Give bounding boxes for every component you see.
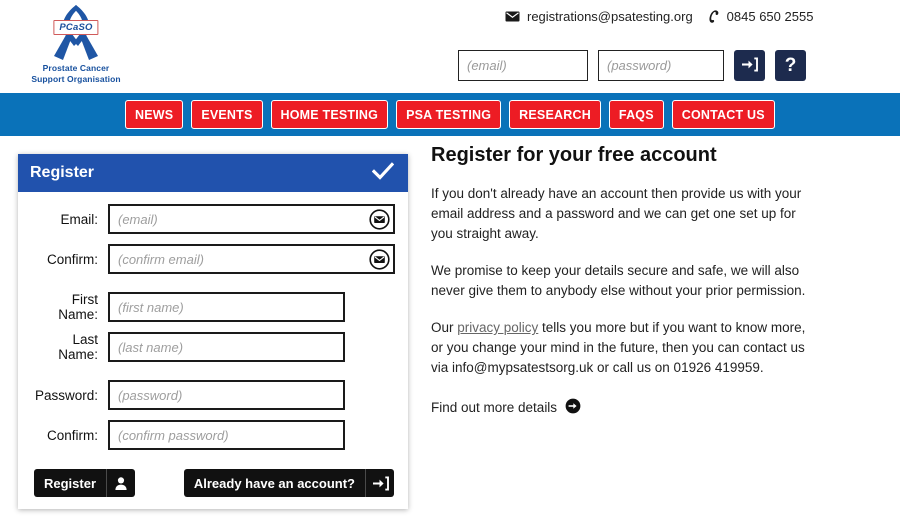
info-paragraph-2: We promise to keep your details secure a… xyxy=(431,263,806,298)
page-title: Register for your free account xyxy=(431,144,717,166)
nav-item-research[interactable]: RESEARCH xyxy=(509,100,601,129)
info-paragraph-1: If you don't already have an account the… xyxy=(431,186,802,241)
field-row-last-name: Last Name: xyxy=(30,332,396,362)
register-confirm-email-input[interactable] xyxy=(108,244,395,274)
logo-tagline-line1: Prostate Cancer xyxy=(42,63,110,73)
nav-item-psa-testing[interactable]: PSA TESTING xyxy=(396,100,502,129)
page-content: Register Email: (email) Confirm: (confir… xyxy=(0,136,900,520)
field-row-confirm-email: Confirm: xyxy=(30,244,396,274)
envelope-circle-icon xyxy=(368,208,390,230)
register-card: Register Email: (email) Confirm: (confir… xyxy=(18,154,408,509)
arrow-circle-right-icon xyxy=(565,398,581,417)
field-row-confirm-password: Confirm: xyxy=(30,420,396,450)
field-row-email: Email: xyxy=(30,204,396,234)
register-form: Email: Confirm: xyxy=(18,192,408,450)
phone-icon xyxy=(707,9,720,24)
field-label-confirm-password: Confirm: xyxy=(46,427,98,443)
logo-tagline-line2: Support Organisation xyxy=(31,74,121,84)
question-mark-icon: ? xyxy=(784,55,797,76)
find-out-more-link[interactable]: Find out more details xyxy=(431,398,831,417)
header-email[interactable]: registrations@psatesting.org xyxy=(505,9,693,24)
register-submit-button[interactable]: Register xyxy=(34,469,136,497)
header-phone-text: 0845 650 2555 xyxy=(726,9,814,24)
nav-item-faqs[interactable]: FAQS xyxy=(608,100,664,129)
field-wrap-email xyxy=(108,204,395,234)
register-password-input[interactable] xyxy=(108,380,345,410)
register-card-footer: Register Already have an account? xyxy=(18,457,408,509)
register-confirm-password-input[interactable] xyxy=(108,420,345,450)
login-email-input[interactable] xyxy=(458,50,588,81)
logo-badge: PCaSO xyxy=(53,20,99,35)
register-card-header: Register xyxy=(18,154,408,192)
field-label-confirm-email: Confirm: xyxy=(46,251,98,267)
field-row-password: Password: xyxy=(30,380,396,410)
info-paragraph-3: Our privacy policy tells you more but if… xyxy=(431,318,817,378)
register-card-title: Register xyxy=(30,164,95,181)
register-email-input[interactable] xyxy=(108,204,395,234)
register-last-name-input[interactable] xyxy=(108,332,345,362)
main-navigation: NEWS EVENTS HOME TESTING PSA TESTING RES… xyxy=(0,93,900,136)
nav-item-events[interactable]: EVENTS xyxy=(191,100,263,129)
nav-item-contact-us[interactable]: CONTACT US xyxy=(671,100,775,129)
help-button[interactable]: ? xyxy=(775,50,806,81)
login-password-input[interactable] xyxy=(598,50,724,81)
find-out-more-label: Find out more details xyxy=(431,400,558,415)
nav-item-home-testing[interactable]: HOME TESTING xyxy=(270,100,389,129)
envelope-icon xyxy=(505,11,520,22)
register-first-name-input[interactable] xyxy=(108,292,345,322)
register-submit-label: Register xyxy=(44,475,97,491)
user-icon xyxy=(106,469,135,497)
already-have-account-label: Already have an account? xyxy=(193,475,355,491)
field-wrap-last-name xyxy=(108,332,345,362)
envelope-circle-icon xyxy=(368,248,390,270)
site-header: PCaSO Prostate Cancer Support Organisati… xyxy=(0,0,900,93)
header-phone[interactable]: 0845 650 2555 xyxy=(707,9,814,24)
info-paragraph-3-before: Our xyxy=(431,320,458,335)
check-icon xyxy=(371,162,395,184)
already-have-account-button[interactable]: Already have an account? xyxy=(183,469,394,497)
header-login-bar: ? xyxy=(458,50,806,81)
header-email-text: registrations@psatesting.org xyxy=(527,9,693,24)
field-label-first-name: First Name: xyxy=(58,292,98,322)
sign-in-icon xyxy=(741,56,758,75)
sign-in-icon xyxy=(365,469,394,497)
field-label-email: Email: xyxy=(60,211,98,227)
header-contact-row: registrations@psatesting.org 0845 650 25… xyxy=(505,9,813,24)
field-label-last-name: Last Name: xyxy=(58,332,98,362)
field-label-password: Password: xyxy=(34,387,98,403)
field-wrap-first-name xyxy=(108,292,345,322)
page-root: PCaSO Prostate Cancer Support Organisati… xyxy=(0,0,900,520)
register-info-column: Register for your free account If you do… xyxy=(431,136,831,417)
privacy-policy-link[interactable]: privacy policy xyxy=(457,320,538,335)
field-wrap-confirm-email xyxy=(108,244,395,274)
logo-tagline: Prostate Cancer Support Organisation xyxy=(22,63,130,85)
login-submit-button[interactable] xyxy=(734,50,765,81)
field-wrap-password xyxy=(108,380,345,410)
field-row-first-name: First Name: xyxy=(30,292,396,322)
site-logo[interactable]: PCaSO Prostate Cancer Support Organisati… xyxy=(22,2,130,85)
field-wrap-confirm-password xyxy=(108,420,345,450)
nav-item-news[interactable]: NEWS xyxy=(125,100,184,129)
